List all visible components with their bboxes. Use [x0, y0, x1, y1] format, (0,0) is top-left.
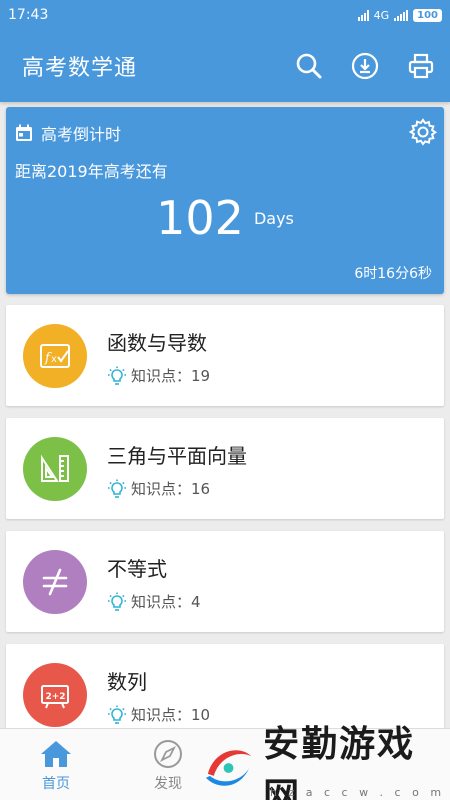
nav-item-home[interactable]: 首页 — [0, 729, 112, 800]
countdown-title: 高考倒计时 — [41, 125, 122, 144]
topic-name: 不等式 — [107, 557, 167, 581]
nav-label: 首页 — [42, 776, 70, 792]
svg-text:x: x — [51, 354, 57, 365]
topic-name: 函数与导数 — [107, 331, 207, 355]
lightbulb-icon — [108, 705, 126, 724]
status-time: 17:43 — [8, 7, 49, 23]
lightbulb-icon — [108, 592, 126, 611]
countdown-header: 高考倒计时 — [15, 121, 121, 145]
knowledge-point-count: 知识点：16 — [131, 480, 211, 498]
topic-name: 三角与平面向量 — [107, 444, 247, 468]
gear-icon[interactable] — [408, 117, 438, 147]
search-icon[interactable] — [294, 51, 324, 81]
topic-card-inequalities[interactable]: 不等式 知识点：4 — [6, 531, 444, 632]
countdown-time: 6时16分6秒 — [354, 266, 432, 282]
home-icon — [39, 737, 73, 771]
status-indicators: 4G 100 — [357, 8, 442, 22]
app-bar: 高考数学通 — [0, 30, 450, 102]
countdown-subtitle: 距离2019年高考还有 — [15, 162, 168, 181]
app-bar-actions — [294, 51, 450, 81]
nav-label: 发现 — [154, 776, 182, 792]
wifi-signal-icon — [394, 9, 409, 21]
battery-icon: 100 — [413, 8, 442, 22]
knowledge-point-count: 知识点：10 — [131, 706, 211, 724]
topic-name: 数列 — [107, 670, 147, 694]
knowledge-points: 知识点：19 — [107, 365, 210, 386]
network-type: 4G — [373, 8, 390, 22]
lightbulb-icon — [108, 366, 126, 385]
knowledge-point-count: 知识点：19 — [131, 367, 211, 385]
topic-card-trig-vectors[interactable]: 三角与平面向量 知识点：16 — [6, 418, 444, 519]
topic-card-functions[interactable]: fx 函数与导数 知识点：19 — [6, 305, 444, 406]
watermark: 安勤游戏网 h z a c c w . c o m — [200, 724, 450, 800]
days-unit: Days — [253, 208, 294, 228]
calendar-icon — [16, 124, 32, 141]
lightbulb-icon — [108, 479, 126, 498]
status-bar: 17:43 4G 100 — [0, 0, 450, 30]
knowledge-points: 知识点：16 — [107, 478, 210, 499]
knowledge-point-count: 知识点：4 — [131, 593, 201, 611]
ruler-triangle-icon — [23, 437, 87, 501]
signal-icon — [357, 9, 369, 21]
download-icon[interactable] — [350, 51, 380, 81]
svg-text:2+2: 2+2 — [46, 692, 66, 702]
compass-icon — [151, 737, 185, 771]
days-number: 102 — [156, 191, 244, 245]
app-title: 高考数学通 — [22, 56, 138, 81]
print-icon[interactable] — [406, 51, 436, 81]
knowledge-points: 知识点：10 — [107, 704, 210, 725]
countdown-days: 102 Days — [6, 191, 444, 245]
watermark-url: h z a c c w . c o m — [270, 786, 446, 799]
watermark-logo — [205, 750, 252, 786]
not-equal-icon — [23, 550, 87, 614]
sequence-board-icon: 2+2 — [23, 663, 87, 727]
countdown-card: 高考倒计时 距离2019年高考还有 102 Days 6时16分6秒 — [6, 107, 444, 294]
knowledge-points: 知识点：4 — [107, 591, 201, 612]
function-icon: fx — [23, 324, 87, 388]
